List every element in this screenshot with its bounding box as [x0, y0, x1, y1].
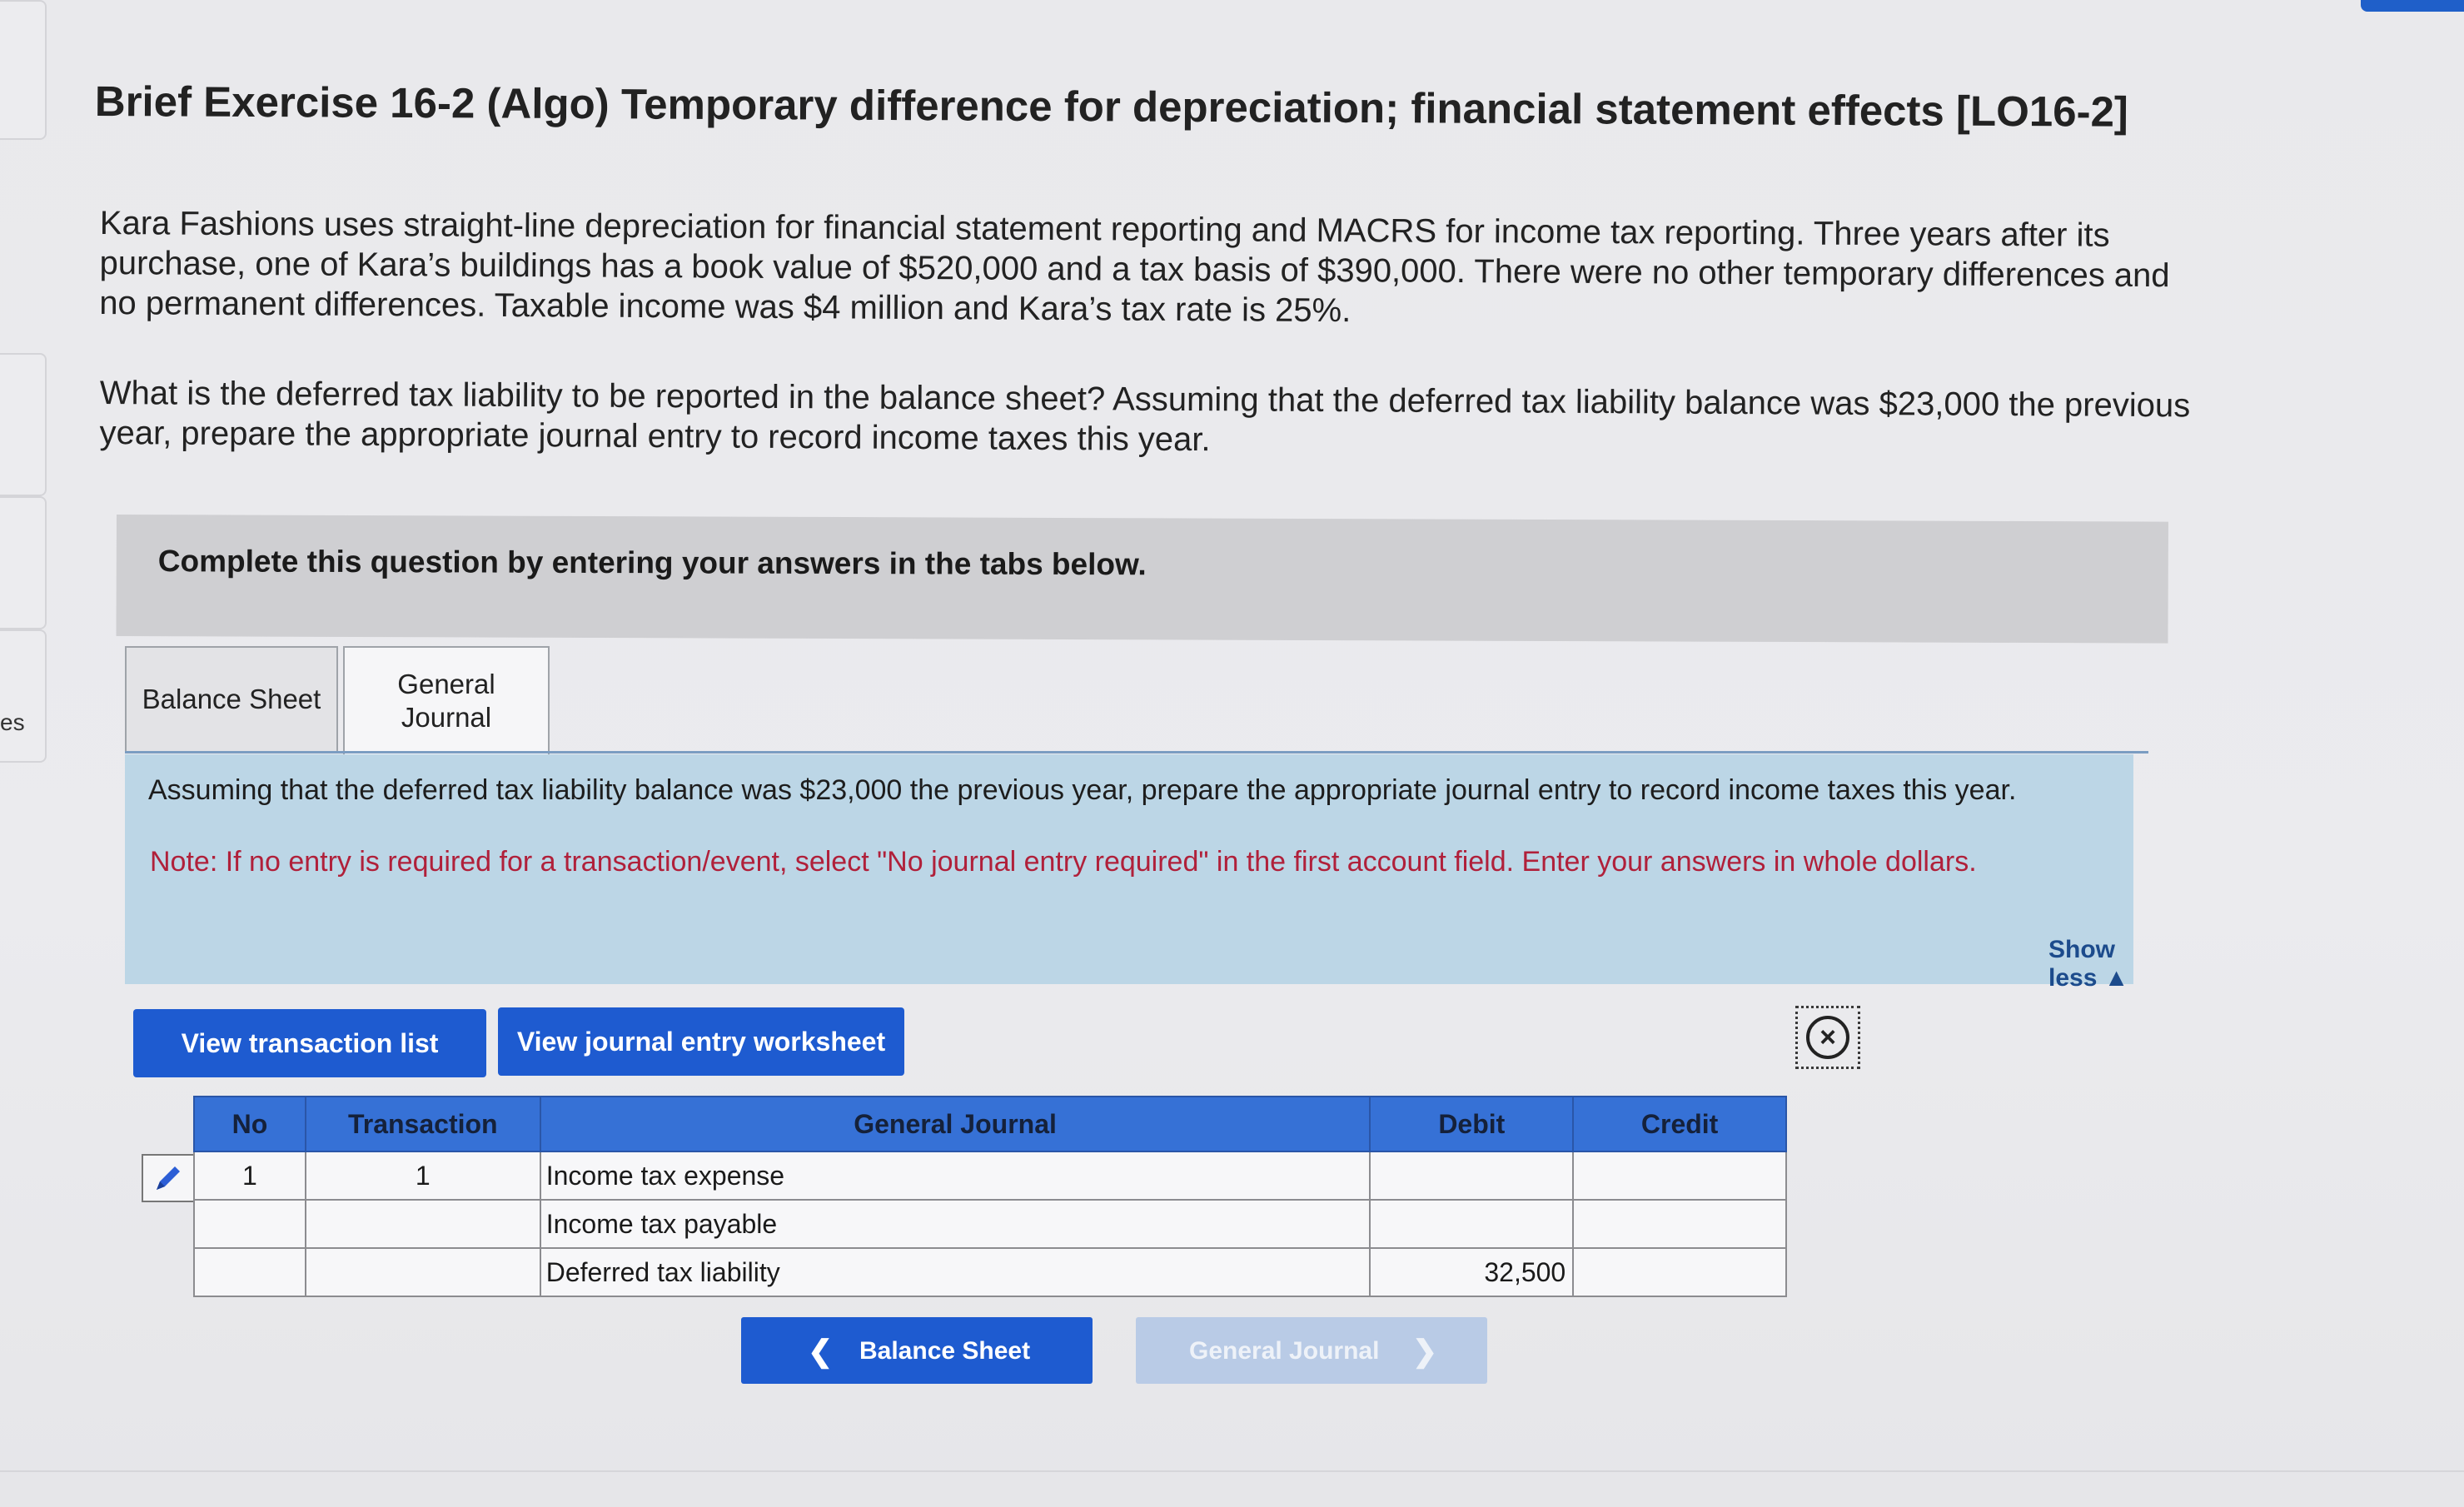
credit-cell — [1572, 1151, 1787, 1201]
column-header-general-journal: General Journal — [539, 1096, 1371, 1152]
entry-number — [193, 1247, 306, 1297]
instructions-text: Assuming that the deferred tax liability… — [148, 774, 2017, 806]
pencil-icon — [157, 1166, 180, 1190]
sidebar-panel[interactable] — [0, 629, 47, 763]
column-header-transaction: Transaction — [304, 1096, 541, 1152]
credit-cell — [1572, 1247, 1787, 1297]
table-header-row: No Transaction General Journal Debit Cre… — [193, 1096, 1787, 1152]
instruction-banner: Complete this question by entering your … — [116, 515, 2168, 644]
debit-cell — [1369, 1151, 1575, 1201]
sidebar-panel[interactable] — [0, 496, 47, 629]
account-cell: Income tax expense — [539, 1151, 1371, 1201]
sidebar-panel[interactable] — [0, 353, 47, 496]
top-accent-bar — [2361, 0, 2464, 12]
chevron-right-icon: ❯ — [1412, 1334, 1438, 1368]
chevron-left-icon: ❮ — [808, 1334, 834, 1368]
table-row: 1 1 Income tax expense — [193, 1151, 1787, 1201]
table-row: Income tax payable — [193, 1199, 1787, 1249]
debit-cell: 32,500 — [1369, 1247, 1575, 1297]
page-title: Brief Exercise 16-2 (Algo) Temporary dif… — [94, 77, 2129, 136]
banner-text: Complete this question by entering your … — [157, 544, 1147, 582]
close-button[interactable]: × — [1795, 1006, 1860, 1069]
debit-cell — [1369, 1199, 1575, 1249]
sidebar-label: es — [0, 709, 25, 735]
problem-paragraph: Kara Fashions uses straight-line depreci… — [99, 204, 2170, 330]
close-icon: × — [1806, 1016, 1849, 1059]
view-journal-entry-worksheet-button[interactable]: View journal entry worksheet — [498, 1007, 904, 1076]
entry-number — [193, 1199, 306, 1249]
tab-general-journal[interactable]: General Journal — [343, 646, 550, 754]
view-transaction-list-button[interactable]: View transaction list — [133, 1009, 486, 1077]
tab-divider — [125, 751, 2148, 754]
footer-divider — [0, 1470, 2464, 1472]
left-sidebar: es — [0, 0, 50, 1507]
account-cell: Income tax payable — [539, 1199, 1371, 1249]
transaction-number — [304, 1199, 541, 1249]
sidebar-panel[interactable] — [0, 0, 47, 140]
column-header-credit: Credit — [1572, 1096, 1787, 1152]
table-row: Deferred tax liability 32,500 — [193, 1247, 1787, 1297]
entry-number: 1 — [193, 1151, 306, 1201]
next-tab-button[interactable]: General Journal ❯ — [1136, 1317, 1487, 1384]
next-tab-label: General Journal — [1189, 1337, 1380, 1365]
problem-question: What is the deferred tax liability to be… — [99, 374, 2191, 459]
prev-tab-label: Balance Sheet — [859, 1337, 1031, 1365]
instructions-note: Note: If no entry is required for a tran… — [150, 846, 1977, 878]
instructions-panel: Assuming that the deferred tax liability… — [125, 754, 2133, 992]
show-less-link[interactable]: Show less ▲ — [2048, 936, 2133, 992]
credit-cell — [1572, 1199, 1787, 1249]
transaction-number — [304, 1247, 541, 1297]
transaction-number: 1 — [304, 1151, 541, 1201]
tab-balance-sheet[interactable]: Balance Sheet — [125, 646, 338, 751]
column-header-no: No — [193, 1096, 306, 1152]
journal-table: No Transaction General Journal Debit Cre… — [193, 1096, 1787, 1297]
edit-entry-button[interactable] — [142, 1154, 195, 1202]
account-cell: Deferred tax liability — [539, 1247, 1371, 1297]
column-header-debit: Debit — [1369, 1096, 1575, 1152]
tab-label: General Journal — [397, 669, 495, 733]
prev-tab-button[interactable]: ❮ Balance Sheet — [741, 1317, 1093, 1384]
